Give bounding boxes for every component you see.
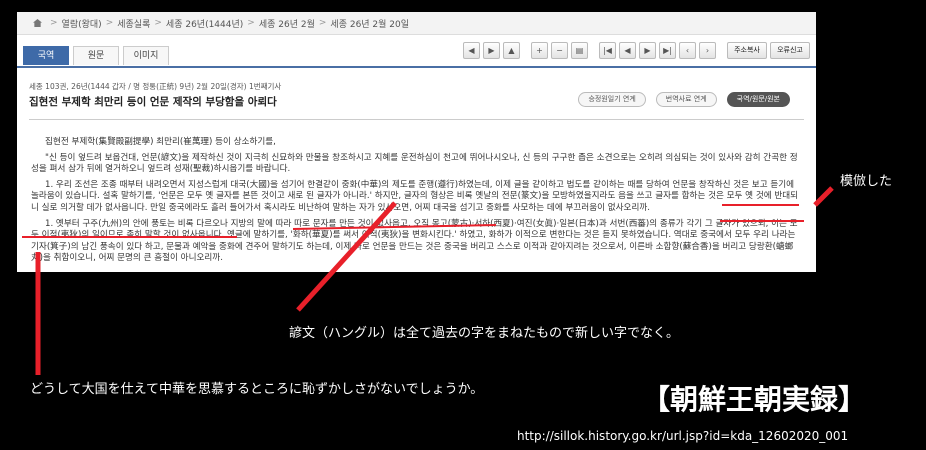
caption-shame: どうして大国を仕えて中華を思慕するところに恥ずかしさがないでしょうか。 bbox=[30, 382, 484, 397]
caption-imitated: 模倣した bbox=[840, 174, 893, 189]
annotation-arrow-hangul bbox=[296, 201, 397, 312]
caption-hangul: 諺文（ハングル）は全て過去の字をまねたもので新しい字でなく。 bbox=[289, 326, 680, 341]
annotation-arrow-imitated bbox=[813, 186, 834, 207]
brand-title: 【朝鮮王朝実録】 bbox=[642, 383, 867, 416]
underline-hangul bbox=[292, 224, 497, 230]
source-url: http://sillok.history.go.kr/url.jsp?id=k… bbox=[517, 429, 849, 443]
